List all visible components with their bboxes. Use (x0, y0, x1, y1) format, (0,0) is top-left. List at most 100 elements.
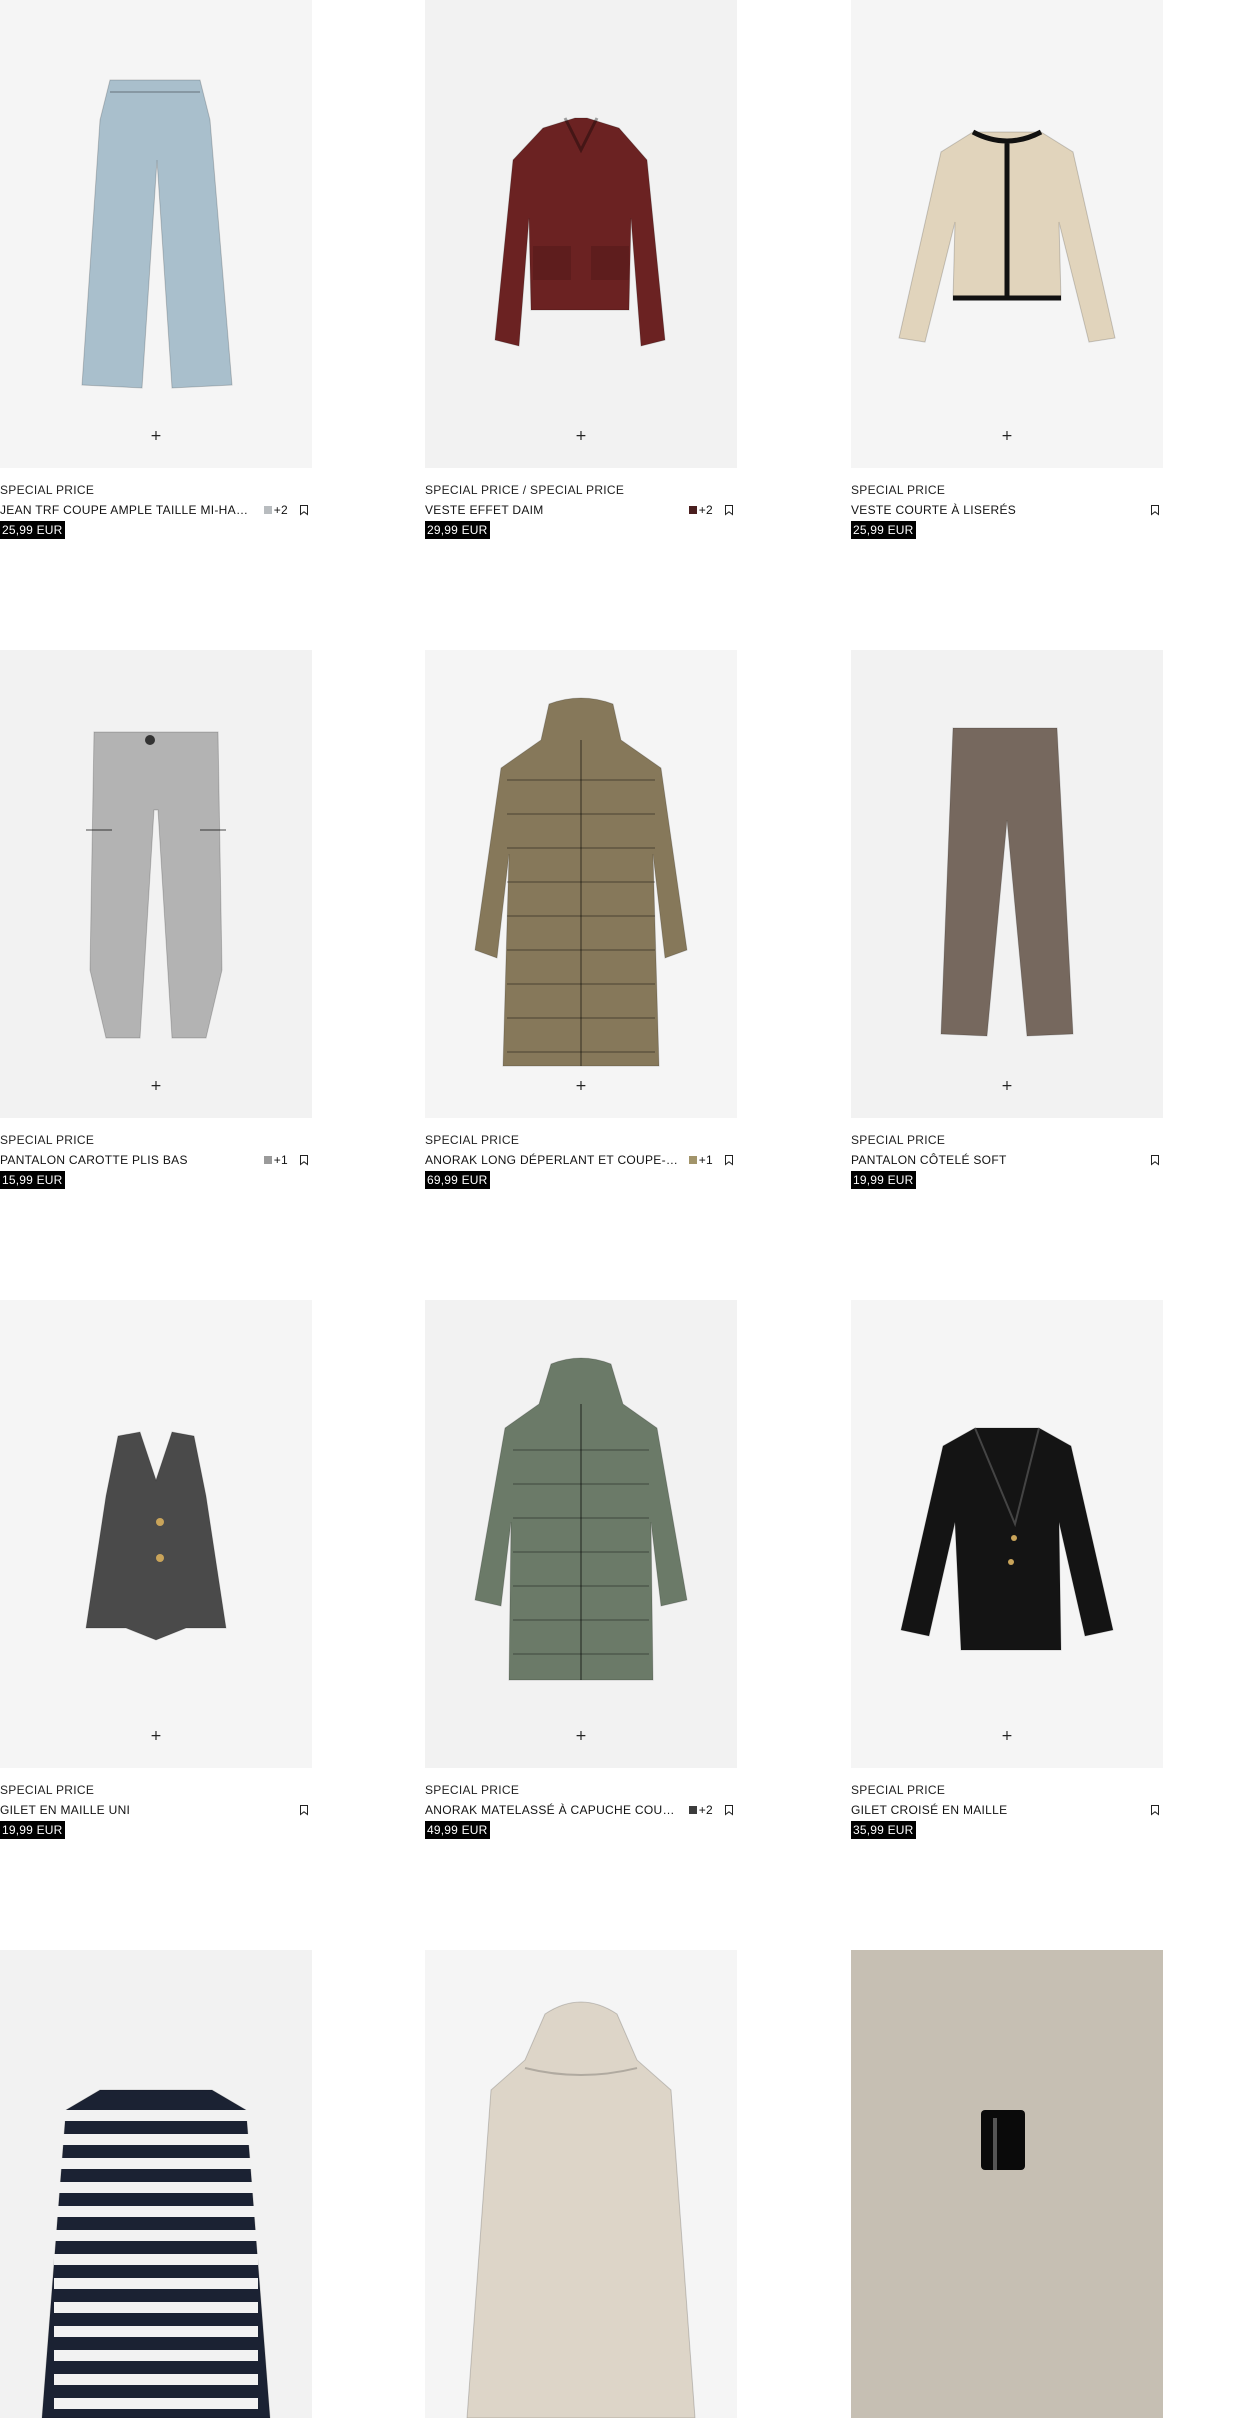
bookmark-button[interactable] (721, 1802, 737, 1818)
bookmark-icon (300, 1155, 308, 1166)
bookmark-icon (725, 505, 733, 516)
wide-trousers-icon (940, 727, 1074, 1037)
product-info: Special Price GILET EN MAILLE UNI 19,99 … (0, 1768, 312, 1839)
bookmark-button[interactable] (296, 1802, 312, 1818)
jeans-icon (81, 79, 233, 389)
product-image[interactable] (0, 1950, 312, 2418)
product-tag: Special Price (425, 1133, 520, 1147)
product-name[interactable]: VESTE EFFET DAIM (425, 503, 679, 517)
product-tag: Special Price / Special Price (425, 483, 625, 497)
product-tag: Special Price (0, 483, 95, 497)
bookmark-icon (1151, 1155, 1159, 1166)
product-name[interactable]: GILET EN MAILLE UNI (0, 1803, 292, 1817)
product-info: Special Price ANORAK MATELASSÉ À CAPUCHE… (425, 1768, 737, 1839)
product-image[interactable]: + (425, 650, 737, 1118)
cream-puffer-icon (466, 2001, 696, 2418)
product-name[interactable]: ANORAK MATELASSÉ À CAPUCHE COURT (425, 1803, 679, 1817)
product-image[interactable]: + (425, 0, 737, 468)
product-info: Special Price VESTE COURTE À LISERÉS 25,… (851, 468, 1163, 539)
jacket-icon (494, 117, 666, 347)
bookmark-icon (725, 1805, 733, 1816)
product-price: 25,99 EUR (0, 521, 65, 539)
product-card[interactable]: + Special Price GILET CROISÉ EN MAILLE 3… (851, 1300, 1163, 1839)
color-swatch[interactable] (688, 1806, 697, 1814)
add-to-cart-button[interactable]: + (146, 1726, 166, 1746)
product-card[interactable]: + Special Price / Special Price VESTE EF… (425, 0, 737, 539)
bookmark-icon (725, 1155, 733, 1166)
product-info: Special Price JEAN TRF COUPE AMPLE TAILL… (0, 468, 312, 539)
bookmark-button[interactable] (1147, 502, 1163, 518)
product-image[interactable]: + (851, 650, 1163, 1118)
cardigan-icon (898, 129, 1116, 343)
bookmark-button[interactable] (1147, 1802, 1163, 1818)
product-tag: Special Price (851, 1783, 946, 1797)
bookmark-button[interactable] (296, 1152, 312, 1168)
product-image[interactable]: + (851, 0, 1163, 468)
add-to-cart-button[interactable]: + (146, 1076, 166, 1096)
long-puffer-icon (474, 697, 688, 1067)
product-info: Special Price ANORAK LONG DÉPERLANT ET C… (425, 1118, 737, 1189)
product-price: 25,99 EUR (851, 521, 916, 539)
color-swatch[interactable] (688, 506, 697, 514)
product-price: 35,99 EUR (851, 1821, 916, 1839)
hooded-puffer-icon (474, 1357, 688, 1681)
color-swatch[interactable] (263, 506, 272, 514)
more-colors-count[interactable]: +1 (699, 1153, 713, 1167)
product-name[interactable]: JEAN TRF COUPE AMPLE TAILLE MI-HAUTE (0, 503, 254, 517)
product-info: Special Price / Special Price VESTE EFFE… (425, 468, 737, 539)
product-card[interactable]: + Special Price PANTALON CAROTTE PLIS BA… (0, 650, 312, 1189)
add-to-cart-button[interactable]: + (997, 426, 1017, 446)
product-image[interactable]: + (0, 0, 312, 468)
add-to-cart-button[interactable]: + (146, 426, 166, 446)
product-image[interactable] (425, 1950, 737, 2418)
product-name[interactable]: ANORAK LONG DÉPERLANT ET COUPE-VENT (425, 1153, 679, 1167)
more-colors-count[interactable]: +2 (699, 503, 713, 517)
product-card[interactable]: + Special Price ANORAK MATELASSÉ À CAPUC… (425, 1300, 737, 1839)
product-image[interactable]: + (0, 650, 312, 1118)
more-colors-count[interactable]: +2 (274, 503, 288, 517)
product-name[interactable]: VESTE COURTE À LISERÉS (851, 503, 1143, 517)
bookmark-icon (1151, 505, 1159, 516)
product-price: 19,99 EUR (851, 1171, 916, 1189)
vest-icon (85, 1431, 227, 1641)
add-to-cart-button[interactable]: + (571, 1726, 591, 1746)
product-card[interactable]: + Special Price ANORAK LONG DÉPERLANT ET… (425, 650, 737, 1189)
add-to-cart-button[interactable]: + (571, 426, 591, 446)
product-image[interactable]: + (851, 1300, 1163, 1768)
more-colors-count[interactable]: +2 (699, 1803, 713, 1817)
product-card[interactable] (851, 1950, 1163, 2418)
bookmark-button[interactable] (1147, 1152, 1163, 1168)
product-info: Special Price PANTALON CAROTTE PLIS BAS … (0, 1118, 312, 1189)
bookmark-icon (300, 505, 308, 516)
bookmark-button[interactable] (721, 1152, 737, 1168)
product-card[interactable]: + Special Price VESTE COURTE À LISERÉS 2… (851, 0, 1163, 539)
product-image[interactable]: + (0, 1300, 312, 1768)
product-tag: Special Price (851, 483, 946, 497)
product-image[interactable]: + (425, 1300, 737, 1768)
product-card[interactable]: + Special Price GILET EN MAILLE UNI 19,9… (0, 1300, 312, 1839)
product-name[interactable]: PANTALON CAROTTE PLIS BAS (0, 1153, 254, 1167)
product-info: Special Price GILET CROISÉ EN MAILLE 35,… (851, 1768, 1163, 1839)
bookmark-button[interactable] (296, 502, 312, 518)
trousers-icon (86, 731, 226, 1039)
add-to-cart-button[interactable]: + (997, 1726, 1017, 1746)
color-swatch[interactable] (263, 1156, 272, 1164)
add-to-cart-button[interactable]: + (571, 1076, 591, 1096)
color-swatch[interactable] (688, 1156, 697, 1164)
bookmark-button[interactable] (721, 502, 737, 518)
product-info: Special Price PANTALON CÔTELÉ SOFT 19,99… (851, 1118, 1163, 1189)
add-to-cart-button[interactable]: + (997, 1076, 1017, 1096)
product-card[interactable]: + Special Price JEAN TRF COUPE AMPLE TAI… (0, 0, 312, 539)
product-price: 69,99 EUR (425, 1171, 490, 1189)
product-card[interactable] (0, 1950, 312, 2418)
product-image[interactable] (851, 1950, 1163, 2418)
product-card[interactable]: + Special Price PANTALON CÔTELÉ SOFT 19,… (851, 650, 1163, 1189)
more-colors-count[interactable]: +1 (274, 1153, 288, 1167)
product-name[interactable]: GILET CROISÉ EN MAILLE (851, 1803, 1143, 1817)
bookmark-icon (300, 1805, 308, 1816)
bookmark-icon (1151, 1805, 1159, 1816)
product-tag: Special Price (0, 1783, 95, 1797)
bottle-icon (851, 1950, 1163, 2418)
product-name[interactable]: PANTALON CÔTELÉ SOFT (851, 1153, 1143, 1167)
product-card[interactable] (425, 1950, 737, 2418)
